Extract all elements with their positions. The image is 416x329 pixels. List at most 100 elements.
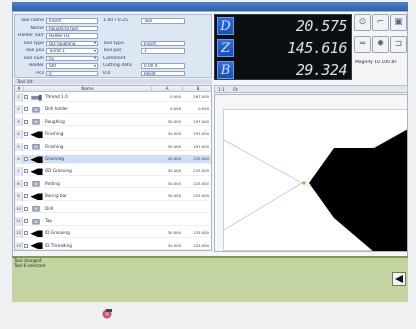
form-label: Holder name bbox=[18, 33, 44, 38]
camera-button[interactable]: ▣ bbox=[390, 14, 407, 31]
row-number: 2 bbox=[15, 105, 23, 114]
tool-holder-icon bbox=[32, 144, 40, 150]
table-row[interactable]: 10 Drill bbox=[15, 204, 211, 214]
axis-b-button[interactable]: B bbox=[217, 61, 234, 79]
row-checkbox[interactable] bbox=[24, 144, 28, 149]
tool-holder-icon bbox=[32, 119, 40, 125]
row-number: 3 bbox=[15, 117, 23, 127]
row-checkbox[interactable] bbox=[24, 95, 28, 99]
viewport-canvas[interactable] bbox=[223, 109, 407, 251]
tool-name: Parting bbox=[45, 180, 60, 186]
target-button[interactable]: ⊙ bbox=[354, 14, 371, 31]
tool-holder-icon bbox=[32, 106, 40, 113]
form-input-secondary[interactable]: 1 bbox=[141, 48, 185, 54]
form-label-secondary: Tool type bbox=[103, 40, 124, 46]
table-row[interactable]: 3 Roughing 30.000 197.000 bbox=[15, 117, 211, 127]
col-header-b[interactable]: B bbox=[183, 86, 211, 92]
table-row[interactable]: 12 ID Grooving 30.000 225.000 bbox=[15, 229, 211, 238]
table-row[interactable]: 2 Drill holder 0.000 0.000 bbox=[15, 105, 211, 114]
col-header-num[interactable]: # bbox=[15, 86, 24, 92]
row-number: 11 bbox=[15, 217, 23, 226]
form-input-secondary[interactable]: 0.00 0 bbox=[141, 63, 185, 69]
axis-d-value: 20.575 bbox=[295, 17, 348, 35]
form-row: Tool name Insert 1.00 / 0.25 Tool bbox=[15, 18, 213, 24]
tool-viewport[interactable] bbox=[214, 94, 408, 252]
dro-row-z: Z 145.616 bbox=[215, 38, 353, 59]
form-input[interactable]: Holder 03 bbox=[46, 33, 98, 39]
table-row[interactable]: 8 Parting 30.000 225.000 bbox=[15, 179, 211, 189]
cnc-tool-icon[interactable] bbox=[100, 307, 114, 321]
row-number: 10 bbox=[15, 204, 23, 214]
form-input-secondary[interactable]: Insert bbox=[141, 40, 185, 46]
form-row: Tool num01 Comment bbox=[15, 55, 213, 62]
row-checkbox[interactable] bbox=[24, 169, 28, 174]
table-row[interactable]: 6 Grooving 30.000 225.000 bbox=[15, 155, 211, 164]
measure-button[interactable]: ═ bbox=[354, 36, 371, 53]
tool-value-a: 0.000 bbox=[170, 106, 181, 112]
form-input[interactable]: Insert bbox=[46, 18, 98, 24]
axis-b-value: 29.324 bbox=[295, 61, 348, 79]
row-checkbox[interactable] bbox=[24, 243, 28, 248]
tool-name: ID Grooving bbox=[45, 230, 70, 236]
row-number: 13 bbox=[15, 241, 23, 250]
zoom-1to1-button[interactable]: 1:1 bbox=[218, 87, 225, 92]
tool-value-b: 197.000 bbox=[193, 118, 209, 124]
tool-name: Drill bbox=[45, 205, 54, 211]
form-row: Tool posTurret 1Tool pos1 bbox=[15, 48, 213, 54]
form-input-secondary[interactable]: Tool bbox=[141, 18, 185, 24]
table-row[interactable]: 1 Thread 1.0 0.000 267.000 bbox=[15, 93, 211, 102]
row-checkbox[interactable] bbox=[24, 132, 28, 137]
form-label: Holder bbox=[28, 63, 44, 68]
table-row[interactable]: 11 Tap bbox=[15, 217, 211, 226]
form-input[interactable]: 0 bbox=[46, 70, 98, 76]
right-toolbar: ⊙ ⌐ ▣ ═ ✹ ⊐ bbox=[354, 14, 408, 62]
row-checkbox[interactable] bbox=[24, 107, 28, 112]
tool-holder-icon bbox=[32, 218, 40, 225]
fit-button[interactable]: Fit bbox=[233, 87, 238, 92]
form-label: Tool name bbox=[20, 18, 44, 23]
tool-value-a bbox=[155, 217, 181, 226]
target-icon: ⊙ bbox=[358, 17, 367, 27]
expand-button[interactable] bbox=[392, 272, 406, 286]
info-panel: Tool changed Tool 6 selected bbox=[12, 256, 408, 302]
row-checkbox[interactable] bbox=[24, 119, 28, 124]
camera-icon: ▣ bbox=[394, 17, 403, 27]
tool-holder-icon bbox=[32, 181, 40, 187]
form-select[interactable]: Turret 1 bbox=[46, 48, 98, 54]
table-row[interactable]: 4 Finishing 30.000 197.000 bbox=[15, 130, 211, 139]
row-checkbox[interactable] bbox=[24, 231, 28, 236]
form-select[interactable]: Std bbox=[46, 63, 98, 69]
gear-button[interactable]: ✹ bbox=[372, 36, 389, 53]
row-checkbox[interactable] bbox=[24, 206, 28, 211]
form-label-secondary: 1.00 / 0.25 bbox=[103, 18, 128, 23]
row-checkbox[interactable] bbox=[24, 219, 28, 223]
row-checkbox[interactable] bbox=[24, 194, 28, 199]
form-input-secondary[interactable]: Reset bbox=[141, 70, 185, 76]
tool-name: Grooving bbox=[45, 156, 64, 161]
form-select[interactable]: 01 bbox=[46, 55, 98, 61]
row-number: 4 bbox=[15, 130, 23, 139]
col-header-name[interactable]: Name bbox=[24, 86, 152, 92]
form-label: Name bbox=[30, 25, 44, 31]
form-label-secondary: Cutting data bbox=[103, 63, 132, 68]
axis-d-button[interactable]: D bbox=[217, 17, 234, 35]
col-header-a[interactable]: A bbox=[152, 86, 183, 92]
tool-value-a: 30.000 bbox=[167, 242, 181, 248]
table-row[interactable]: 5 Finishing 30.000 197.000 bbox=[15, 142, 211, 152]
form-select[interactable]: OD roughing bbox=[46, 40, 98, 46]
table-row[interactable]: 13 ID Threading 30.000 225.000 bbox=[15, 241, 211, 250]
table-row[interactable]: 9 Boring bar 30.000 225.000 bbox=[15, 192, 211, 201]
gear-icon: ✹ bbox=[376, 39, 385, 49]
fixture-button[interactable]: ⌐ bbox=[372, 14, 389, 31]
tool-insert-icon bbox=[30, 230, 43, 237]
tool-value-b: 197.000 bbox=[193, 131, 209, 137]
axis-z-button[interactable]: Z bbox=[217, 39, 234, 57]
table-row[interactable]: 7 OD Grooving 30.000 225.000 bbox=[15, 167, 211, 176]
row-checkbox[interactable] bbox=[24, 181, 28, 186]
form-label-secondary: Tool pos bbox=[103, 48, 122, 53]
probe-button[interactable]: ⊐ bbox=[390, 36, 407, 53]
row-number: 1 bbox=[15, 93, 23, 102]
row-checkbox[interactable] bbox=[24, 157, 28, 161]
form-input[interactable]: Roughing tool bbox=[46, 25, 98, 31]
tool-value-b: 225.000 bbox=[193, 180, 209, 186]
